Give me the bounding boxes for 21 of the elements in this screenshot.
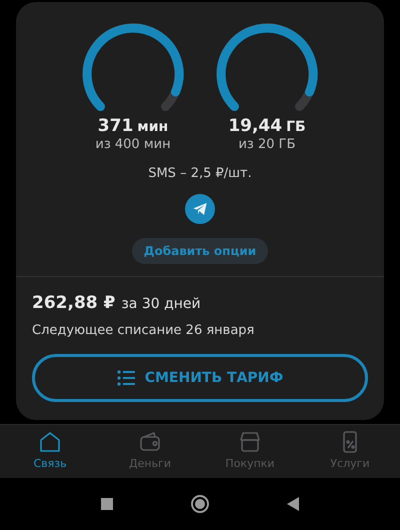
usage-value: 19,44: [228, 116, 282, 138]
nav-tab[interactable]: Деньги: [100, 425, 200, 478]
telegram-icon: [185, 194, 215, 224]
change-tariff-button[interactable]: СМЕНИТЬ ТАРИФ: [32, 354, 368, 402]
add-options-button[interactable]: Добавить опции: [132, 238, 268, 264]
nav-tab[interactable]: Услуги: [300, 425, 400, 478]
price-period: за 30 дней: [121, 295, 201, 314]
price-amount: 262,88 ₽: [32, 292, 116, 315]
shop-icon: [238, 430, 262, 454]
next-charge-text: Следующее списание 26 января: [32, 322, 256, 340]
home-button[interactable]: [191, 495, 209, 513]
back-button[interactable]: [287, 497, 299, 511]
sms-price: SMS – 2,5 ₽/шт.: [148, 166, 252, 182]
home-icon: [38, 430, 62, 454]
usage-unit: ГБ: [286, 119, 306, 136]
usage-unit: мин: [137, 119, 168, 136]
nav-tab[interactable]: Связь: [0, 425, 100, 478]
usage-caption: из 400 мин: [95, 137, 171, 154]
usage-value: 371: [98, 116, 134, 138]
usage-caption: из 20 ГБ: [238, 137, 296, 154]
nav-tab[interactable]: Покупки: [200, 425, 300, 478]
